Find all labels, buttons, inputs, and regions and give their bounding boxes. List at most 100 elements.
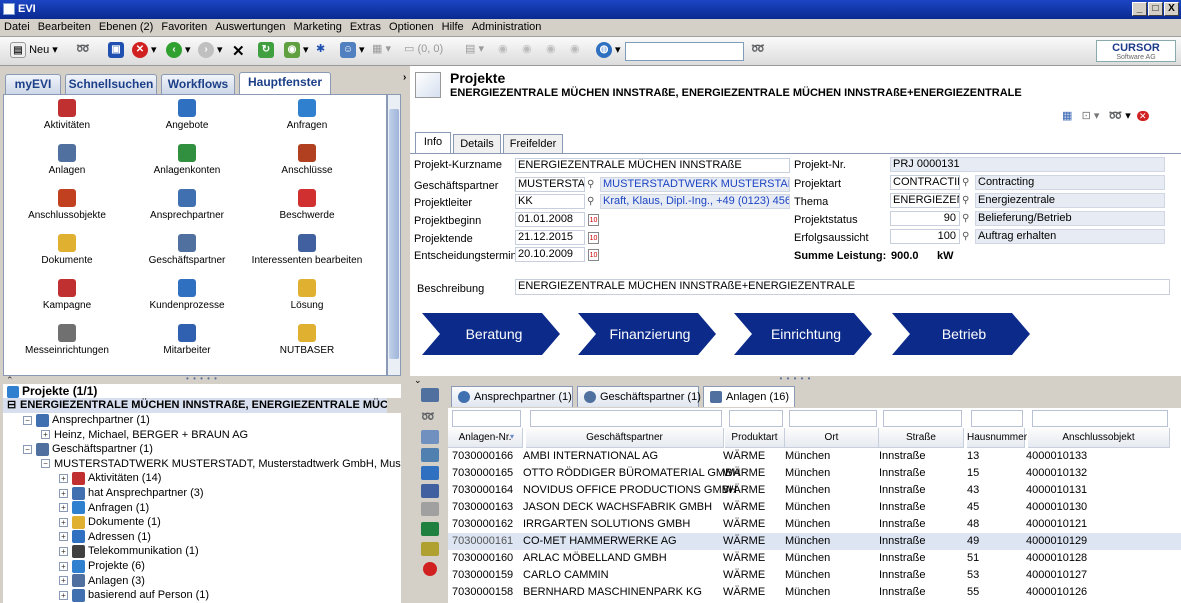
- nav-item[interactable]: Mitarbeiter: [127, 324, 247, 356]
- phase-chevron[interactable]: Beratung: [422, 313, 562, 355]
- tree-node[interactable]: + Dokumente (1): [59, 515, 161, 530]
- field-art-code[interactable]: CONTRACTING: [890, 175, 960, 190]
- menu-favoriten[interactable]: Favoriten: [157, 19, 211, 33]
- expand-toggle-icon[interactable]: −: [41, 459, 50, 469]
- calendar-icon[interactable]: 10: [588, 214, 599, 226]
- doc-icon[interactable]: ▤ ▾: [465, 42, 484, 60]
- stack-tool-icon[interactable]: [421, 448, 439, 462]
- collapse-arrow-icon[interactable]: ›: [403, 72, 406, 83]
- toolbar-search-input[interactable]: [625, 42, 744, 61]
- new-button[interactable]: ▤ Neu ▾: [10, 42, 58, 60]
- column-header[interactable]: Straße: [879, 428, 964, 448]
- panel-close-icon[interactable]: ✕: [1136, 111, 1149, 121]
- expand-toggle-icon[interactable]: +: [59, 546, 68, 556]
- left-splitter[interactable]: • • • • •: [3, 375, 401, 384]
- field-leiter-code[interactable]: KK: [515, 194, 585, 209]
- forward-button[interactable]: › ▾: [198, 42, 223, 60]
- field-aussicht-code[interactable]: 100: [890, 229, 960, 244]
- bind-icon[interactable]: ➿: [76, 42, 90, 60]
- expand-toggle-icon[interactable]: +: [59, 561, 68, 571]
- remove-tool-icon[interactable]: [423, 562, 437, 576]
- print-icon[interactable]: ▦ ▾: [372, 42, 391, 60]
- menu-datei[interactable]: Datei: [0, 19, 34, 33]
- tab-freifelder[interactable]: Freifelder: [503, 134, 563, 153]
- close-button[interactable]: X: [1164, 2, 1179, 16]
- nav-scrollbar[interactable]: [387, 94, 401, 376]
- collapse-up-icon[interactable]: ⌃: [6, 375, 14, 386]
- lock-icon[interactable]: ⊡ ▾: [1082, 110, 1100, 122]
- binoculars-icon[interactable]: ➿: [751, 42, 765, 60]
- tree-node[interactable]: + Heinz, Michael, BERGER + BRAUN AG: [41, 428, 248, 443]
- expand-toggle-icon[interactable]: +: [59, 590, 68, 600]
- partner-lookup-icon[interactable]: ⚲: [587, 179, 599, 191]
- table-row[interactable]: 7030000159 CARLO CAMMIN WÄRME München Innstr…: [448, 567, 1181, 584]
- monitor-tool-icon[interactable]: [421, 466, 439, 480]
- tools-icon[interactable]: ✱: [316, 42, 325, 60]
- column-header[interactable]: Produktart: [725, 428, 785, 448]
- nav-last-icon[interactable]: ◉: [570, 42, 580, 60]
- window-tool-icon[interactable]: [421, 430, 439, 444]
- table-row[interactable]: 7030000158 BERNHARD MASCHINENPARK KG WÄRME…: [448, 584, 1181, 601]
- vertical-splitter[interactable]: [401, 66, 410, 603]
- delete-button[interactable]: ✕ ▾: [132, 42, 157, 60]
- column-filter-input[interactable]: [729, 410, 783, 427]
- nav-item[interactable]: Dokumente: [7, 234, 127, 266]
- table-row[interactable]: 7030000166 AMBI INTERNATIONAL AG WÄRME Münc…: [448, 448, 1181, 465]
- table-row[interactable]: 7030000163 JASON DECK WACHSFABRIK GMBH WÄR…: [448, 499, 1181, 516]
- menu-optionen[interactable]: Optionen: [385, 19, 438, 33]
- expand-toggle-icon[interactable]: −: [23, 444, 32, 454]
- menu-auswertungen[interactable]: Auswertungen: [211, 19, 289, 33]
- tree-node[interactable]: − Geschäftspartner (1): [23, 442, 153, 457]
- back-button[interactable]: ‹ ▾: [166, 42, 191, 60]
- grid-view-icon[interactable]: ▦: [1062, 110, 1072, 122]
- column-header[interactable]: Geschäftspartner: [526, 428, 724, 448]
- tree-node[interactable]: + Anfragen (1): [59, 501, 149, 516]
- field-partner-link[interactable]: MUSTERSTADTWERK MUSTERSTADT, S: [600, 177, 790, 192]
- sort-desc-icon[interactable]: ▾: [510, 432, 514, 441]
- expand-toggle-icon[interactable]: +: [59, 532, 68, 542]
- aussicht-lookup-icon[interactable]: ⚲: [962, 231, 974, 243]
- minimize-button[interactable]: _: [1132, 2, 1147, 16]
- nav-item[interactable]: Geschäftspartner: [127, 234, 247, 266]
- collapse-icon[interactable]: ⊟: [7, 398, 16, 411]
- save-button[interactable]: ▣: [108, 42, 124, 60]
- tab-ansprechpartner[interactable]: Ansprechpartner (1): [451, 386, 573, 407]
- leiter-lookup-icon[interactable]: ⚲: [587, 196, 599, 208]
- tab-schnellsuchen[interactable]: Schnellsuchen: [65, 74, 157, 94]
- calendar-icon[interactable]: 10: [588, 232, 599, 244]
- field-status-code[interactable]: 90: [890, 211, 960, 226]
- tab-info[interactable]: Info: [415, 132, 451, 154]
- tree-node[interactable]: + Telekommunikation (1): [59, 544, 199, 559]
- table-row[interactable]: 7030000162 IRRGARTEN SOLUTIONS GMBH WÄRME M…: [448, 516, 1181, 533]
- menu-hilfe[interactable]: Hilfe: [438, 19, 468, 33]
- nav-item[interactable]: Lösung: [247, 279, 367, 311]
- field-kurzname[interactable]: ENERGIEZENTRALE MÜCHEN INNSTRAßE: [515, 158, 790, 173]
- menu-marketing[interactable]: Marketing: [290, 19, 346, 33]
- nav-item[interactable]: NUTBASER: [247, 324, 367, 356]
- phase-chevron[interactable]: Betrieb: [892, 313, 1032, 355]
- tab-details[interactable]: Details: [453, 134, 501, 153]
- tab-geschaeftspartner[interactable]: Geschäftspartner (1): [577, 386, 701, 407]
- lock-tool-icon[interactable]: [421, 502, 439, 516]
- nav-item[interactable]: Anschlussobjekte: [7, 189, 127, 221]
- phase-chevron[interactable]: Finanzierung: [578, 313, 718, 355]
- nav-item[interactable]: Ansprechpartner: [127, 189, 247, 221]
- nav-item[interactable]: Interessenten bearbeiten: [247, 234, 367, 266]
- tree-node[interactable]: + Projekte (6): [59, 559, 145, 574]
- filter-button[interactable]: ◉ ▾: [284, 42, 309, 60]
- menu-bearbeiten[interactable]: Bearbeiten: [34, 19, 95, 33]
- field-partner-code[interactable]: MUSTERSTADT: [515, 177, 585, 192]
- expand-toggle-icon[interactable]: +: [59, 473, 68, 483]
- globe-button[interactable]: ◍ ▾: [596, 42, 621, 60]
- nav-item[interactable]: Anfragen: [247, 99, 367, 131]
- field-ende[interactable]: 21.12.2015: [515, 230, 585, 245]
- maximize-button[interactable]: □: [1148, 2, 1163, 16]
- tab-anlagen[interactable]: Anlagen (16): [703, 386, 795, 407]
- field-thema-code[interactable]: ENERGIEZENTI: [890, 193, 960, 208]
- field-beginn[interactable]: 01.01.2008: [515, 212, 585, 227]
- expand-toggle-icon[interactable]: +: [41, 430, 50, 440]
- art-lookup-icon[interactable]: ⚲: [962, 177, 974, 189]
- field-beschreibung[interactable]: ENERGIEZENTRALE MÜCHEN INNSTRAßE+ENERGIE…: [515, 279, 1170, 295]
- nav-item[interactable]: Kundenprozesse: [127, 279, 247, 311]
- binoculars-tool-icon[interactable]: ➿: [421, 410, 439, 424]
